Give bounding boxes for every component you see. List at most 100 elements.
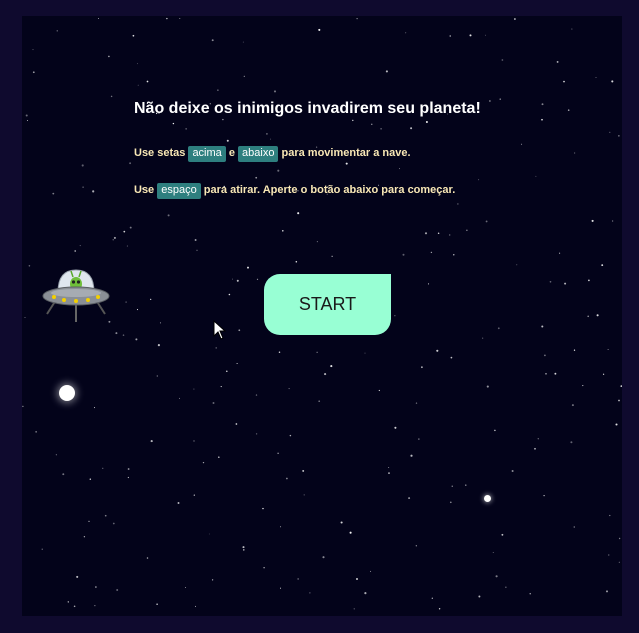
move-line-suffix: para movimentar a nave.	[281, 147, 411, 159]
ufo-alien-icon[interactable]	[42, 266, 110, 326]
star	[601, 264, 604, 267]
star	[79, 245, 81, 247]
star	[549, 280, 552, 283]
star	[349, 531, 352, 534]
star	[242, 41, 244, 43]
star	[418, 438, 420, 440]
star	[177, 502, 180, 504]
star	[127, 476, 130, 479]
star	[217, 89, 219, 91]
star	[232, 278, 234, 280]
star	[543, 494, 545, 497]
star	[450, 356, 453, 359]
star	[211, 579, 214, 581]
star	[22, 405, 24, 408]
star	[596, 314, 599, 317]
star	[35, 431, 37, 433]
game-area[interactable]: Não deixe os inimigos invadirem seu plan…	[22, 16, 622, 616]
star	[521, 143, 523, 145]
star	[564, 282, 567, 285]
star	[485, 220, 488, 223]
star	[544, 354, 546, 357]
star	[410, 454, 413, 457]
star	[318, 28, 321, 31]
star	[340, 521, 343, 524]
star	[98, 17, 99, 19]
star	[150, 440, 153, 443]
star	[297, 212, 300, 215]
star	[451, 485, 453, 487]
star	[55, 454, 57, 456]
star	[609, 514, 611, 517]
star	[529, 593, 531, 595]
star	[364, 592, 367, 595]
star	[573, 349, 576, 351]
star	[453, 254, 455, 256]
star	[556, 60, 559, 63]
star	[129, 226, 132, 229]
star	[113, 236, 116, 239]
star	[588, 279, 590, 282]
star	[146, 557, 149, 559]
star	[295, 261, 298, 263]
star	[238, 329, 241, 332]
star	[62, 473, 65, 476]
star	[587, 315, 589, 318]
star	[511, 469, 514, 473]
star	[235, 423, 238, 425]
star	[486, 385, 489, 388]
star	[32, 71, 35, 74]
star	[179, 397, 181, 399]
star	[573, 526, 575, 528]
star	[370, 570, 372, 572]
star	[431, 597, 433, 599]
star	[135, 338, 138, 341]
start-button[interactable]: START	[264, 274, 391, 335]
star	[115, 332, 118, 335]
star	[388, 467, 390, 469]
star	[611, 220, 614, 222]
star	[125, 301, 127, 303]
star	[273, 90, 277, 93]
star	[353, 608, 355, 610]
star	[243, 549, 245, 551]
star	[282, 230, 284, 232]
instructions-panel: Não deixe os inimigos invadirem seu plan…	[134, 100, 481, 199]
star	[41, 548, 43, 550]
star	[286, 477, 288, 480]
star	[150, 298, 152, 300]
star	[330, 365, 333, 368]
star	[83, 536, 86, 538]
star	[421, 366, 423, 369]
star	[499, 98, 501, 100]
star	[159, 322, 161, 324]
star	[554, 372, 557, 375]
star	[378, 389, 380, 392]
star	[571, 404, 574, 407]
star	[559, 252, 561, 254]
star	[436, 349, 439, 352]
star	[123, 230, 126, 233]
star	[52, 192, 55, 195]
star	[81, 164, 84, 167]
star	[167, 214, 170, 217]
star	[408, 497, 411, 500]
star	[193, 494, 195, 496]
star	[280, 526, 282, 528]
star	[226, 370, 228, 373]
star	[236, 279, 239, 282]
star	[602, 373, 605, 375]
key-space-badge: espaço	[157, 183, 201, 199]
star	[137, 84, 139, 86]
star	[563, 80, 565, 83]
star	[211, 39, 214, 42]
star	[202, 461, 205, 464]
star	[73, 605, 76, 608]
star	[618, 561, 620, 563]
star	[137, 63, 139, 65]
star	[104, 514, 107, 517]
star	[567, 109, 570, 111]
star	[94, 605, 96, 607]
star	[27, 120, 28, 122]
star	[478, 595, 481, 598]
